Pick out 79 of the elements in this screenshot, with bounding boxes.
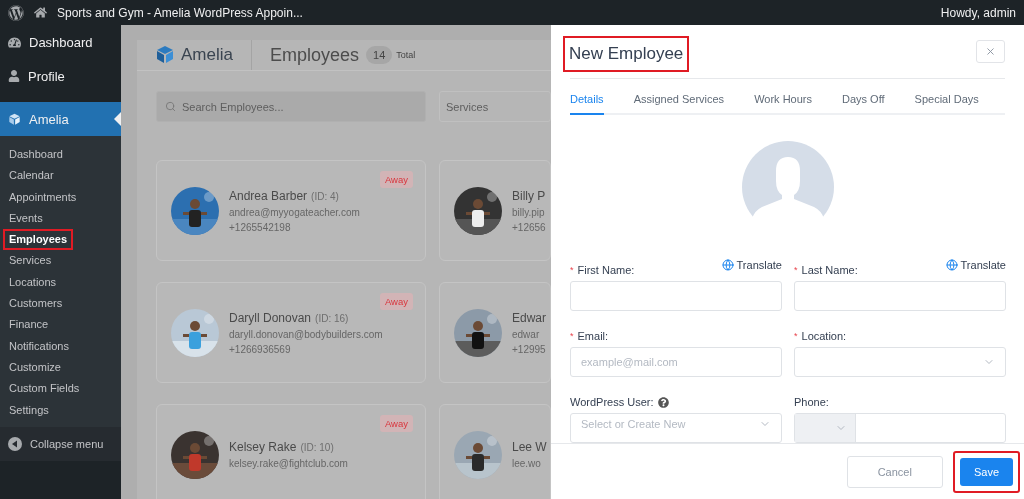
tab[interactable]: Assigned Services bbox=[633, 93, 725, 115]
submenu-item[interactable]: Finance bbox=[3, 314, 55, 336]
sidebar-item[interactable]: Amelia bbox=[0, 102, 121, 136]
input-field[interactable] bbox=[570, 281, 782, 311]
submenu-item[interactable]: Locations bbox=[3, 271, 63, 294]
employee-name: Daryll Donovan (ID: 16) bbox=[229, 310, 350, 325]
field-label: WordPress User: bbox=[570, 396, 669, 408]
submenu-item[interactable]: Custom Fields bbox=[3, 378, 86, 400]
globe-icon bbox=[721, 259, 734, 271]
submenu-item[interactable]: Customers bbox=[3, 293, 69, 315]
field-label: Phone: bbox=[794, 396, 829, 408]
submenu-item[interactable]: Employees bbox=[3, 229, 74, 251]
submenu-item[interactable]: Notifications bbox=[3, 335, 75, 357]
status-badge: Away bbox=[379, 171, 413, 188]
employee-email: edwar bbox=[512, 328, 541, 340]
close-icon bbox=[985, 46, 996, 57]
submenu-item[interactable]: Events bbox=[3, 207, 49, 230]
employee-name: Lee W bbox=[512, 440, 547, 454]
select-field[interactable] bbox=[794, 347, 1006, 377]
home-icon[interactable] bbox=[34, 6, 47, 19]
employee-card[interactable]: Daryll Donovan (ID: 16) daryll.donovan@bodybuilders.com +1266936569 Away bbox=[156, 282, 426, 383]
employee-email: kelsey.rake@fightclub.com bbox=[229, 458, 348, 469]
page-title: Employees bbox=[269, 44, 359, 66]
field-label: * First Name: bbox=[570, 264, 635, 276]
employee-email: billy.pip bbox=[512, 206, 546, 218]
site-title[interactable]: Sports and Gym - Amelia WordPress Appoin... bbox=[57, 5, 931, 20]
employee-card[interactable]: Kelsey Rake (ID: 10) kelsey.rake@fightclub.com Away bbox=[156, 404, 426, 499]
tab[interactable]: Details bbox=[570, 93, 604, 115]
submenu-item[interactable]: Customize bbox=[3, 356, 67, 379]
status-badge: Away bbox=[379, 415, 413, 432]
greeting[interactable]: Howdy, admin bbox=[940, 5, 1016, 20]
tab[interactable]: Work Hours bbox=[754, 93, 812, 115]
phone-field[interactable] bbox=[794, 413, 1006, 443]
wordpress-logo-icon[interactable] bbox=[8, 4, 24, 21]
tab[interactable]: Days Off bbox=[842, 93, 885, 115]
collapse-icon bbox=[8, 436, 22, 451]
employee-name: Edwar bbox=[512, 310, 546, 325]
submenu-item[interactable]: Dashboard bbox=[3, 144, 69, 166]
submenu-item[interactable]: Calendar bbox=[3, 165, 60, 187]
employee-email: andrea@myyogateacher.com bbox=[229, 206, 360, 218]
employee-name: Andrea Barber (ID: 4) bbox=[229, 188, 340, 203]
amelia-logo-icon bbox=[8, 112, 21, 126]
brand-name: Amelia bbox=[181, 40, 252, 70]
field-label: * Location: bbox=[794, 330, 847, 342]
translate-link[interactable]: Translate bbox=[721, 259, 782, 271]
employee-name: Billy P bbox=[512, 188, 546, 203]
input-field[interactable] bbox=[794, 281, 1006, 311]
submenu-item[interactable]: Settings bbox=[3, 399, 55, 421]
status-badge: Away bbox=[379, 293, 413, 310]
translate-link[interactable]: Translate bbox=[945, 259, 1006, 271]
field-label: * Email: bbox=[570, 330, 609, 342]
submenu-item[interactable]: Appointments bbox=[3, 186, 83, 208]
employee-phone: +12995 bbox=[512, 343, 546, 355]
save-button[interactable]: Save bbox=[952, 450, 1020, 493]
close-button[interactable] bbox=[976, 40, 1005, 63]
modal-title: New Employee bbox=[563, 35, 690, 72]
employee-card[interactable]: Andrea Barber (ID: 4) andrea@myyogateacher.com +1265542198 Away bbox=[156, 160, 426, 261]
employee-card[interactable]: Billy P billy.pip +12656 bbox=[439, 160, 551, 261]
employee-card[interactable]: Edwar edwar +12995 bbox=[439, 282, 551, 383]
employee-phone: +1266936569 bbox=[229, 343, 292, 355]
avatar-placeholder-icon bbox=[741, 141, 834, 233]
tab[interactable]: Special Days bbox=[914, 93, 979, 115]
globe-icon bbox=[945, 259, 958, 271]
employee-name: Kelsey Rake (ID: 10) bbox=[229, 440, 335, 454]
employee-email: daryll.donovan@bodybuilders.com bbox=[229, 328, 383, 340]
submenu-item[interactable]: Services bbox=[3, 250, 58, 272]
help-icon[interactable] bbox=[657, 396, 669, 408]
gauge-icon bbox=[8, 35, 21, 49]
employee-email: lee.wo bbox=[512, 458, 542, 469]
amelia-logo-icon bbox=[155, 45, 175, 65]
user-icon bbox=[8, 70, 20, 82]
employee-phone: +12656 bbox=[512, 221, 546, 233]
employee-card[interactable]: Lee W lee.wo bbox=[439, 404, 551, 499]
field-label: * Last Name: bbox=[794, 264, 858, 276]
count-label: Total bbox=[396, 50, 416, 60]
count-badge: 14 bbox=[366, 46, 393, 64]
collapse-menu-button[interactable]: Collapse menu bbox=[0, 426, 121, 461]
search-icon bbox=[165, 101, 176, 112]
employee-phone: +1265542198 bbox=[229, 221, 292, 233]
